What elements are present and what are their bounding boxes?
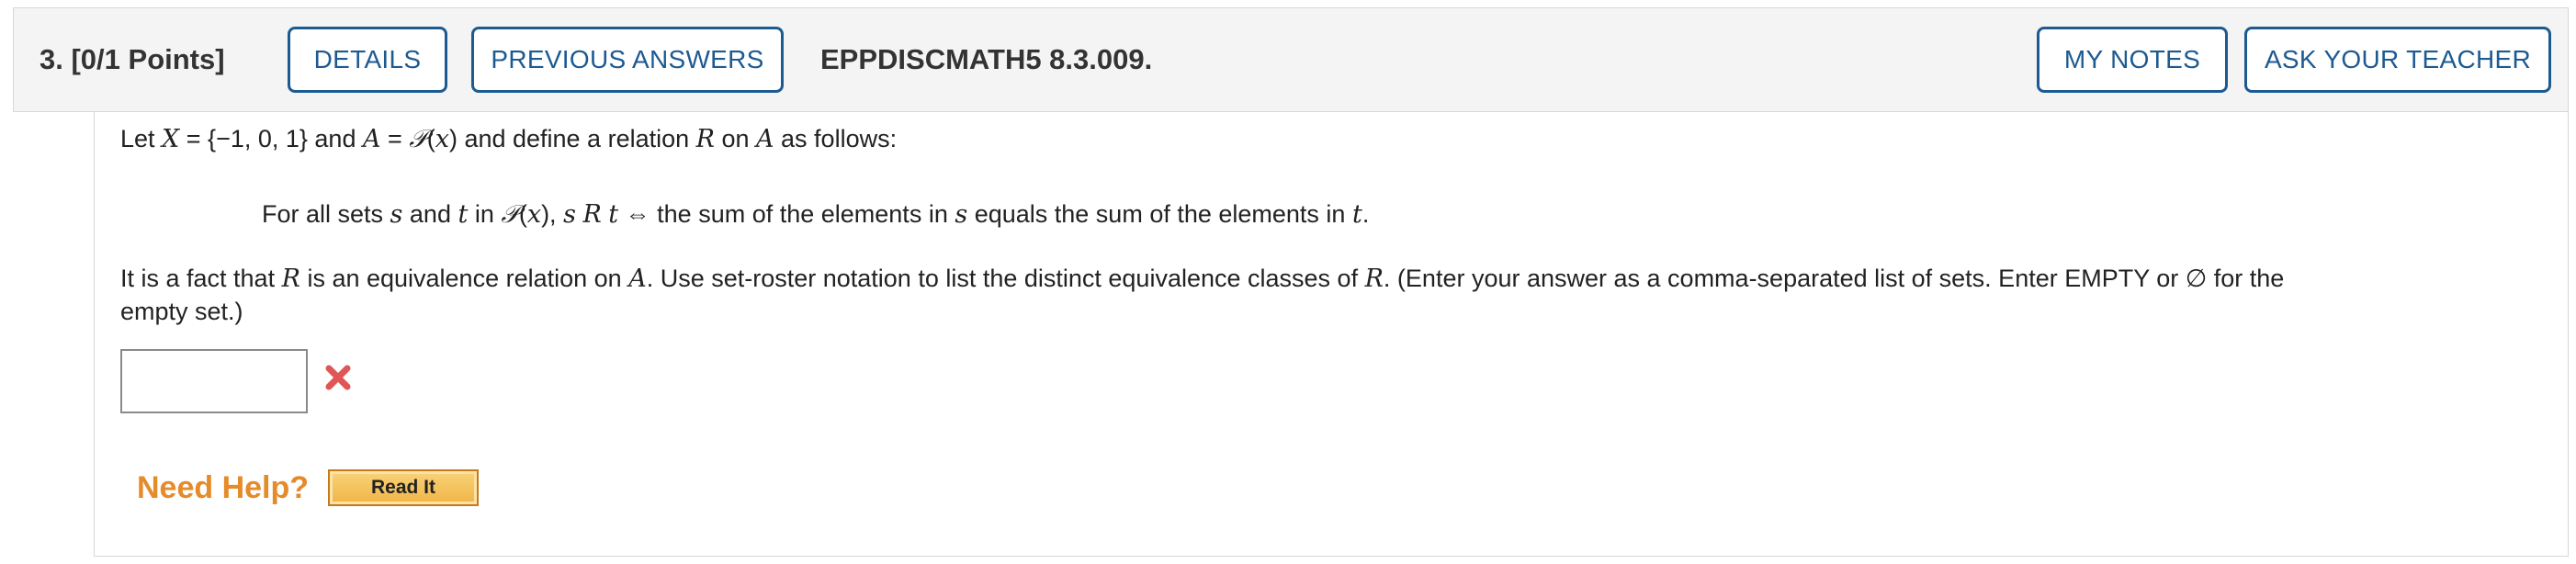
read-it-button[interactable]: Read It bbox=[328, 469, 479, 506]
answer-input[interactable] bbox=[120, 349, 308, 413]
question-number: 3. bbox=[40, 43, 63, 75]
question-instructions-continued: empty set.) bbox=[120, 298, 243, 325]
question-text-line-1: Let X = {−1, 0, 1} and A = 𝒫(x) and defi… bbox=[120, 125, 898, 153]
question-code: EPPDISCMATH5 8.3.009. bbox=[820, 43, 1153, 75]
question-points: [0/1 Points] bbox=[71, 43, 225, 75]
question-instructions: It is a fact that R is an equivalence re… bbox=[120, 265, 2285, 293]
question-title: 3. [0/1 Points] bbox=[40, 43, 225, 76]
ask-your-teacher-button[interactable]: ASK YOUR TEACHER bbox=[2244, 27, 2551, 93]
need-help-label: Need Help? bbox=[137, 470, 310, 505]
x-mark-icon bbox=[325, 365, 351, 390]
details-button[interactable]: DETAILS bbox=[288, 27, 447, 93]
previous-answers-button[interactable]: PREVIOUS ANSWERS bbox=[471, 27, 784, 93]
my-notes-button[interactable]: MY NOTES bbox=[2037, 27, 2228, 93]
question-body: Let X = {−1, 0, 1} and A = 𝒫(x) and defi… bbox=[94, 112, 2569, 557]
question-header: 3. [0/1 Points] DETAILS PREVIOUS ANSWERS… bbox=[13, 7, 2569, 112]
relation-definition: For all sets s and t in 𝒫(x), s R t ⇔ th… bbox=[262, 200, 1370, 229]
